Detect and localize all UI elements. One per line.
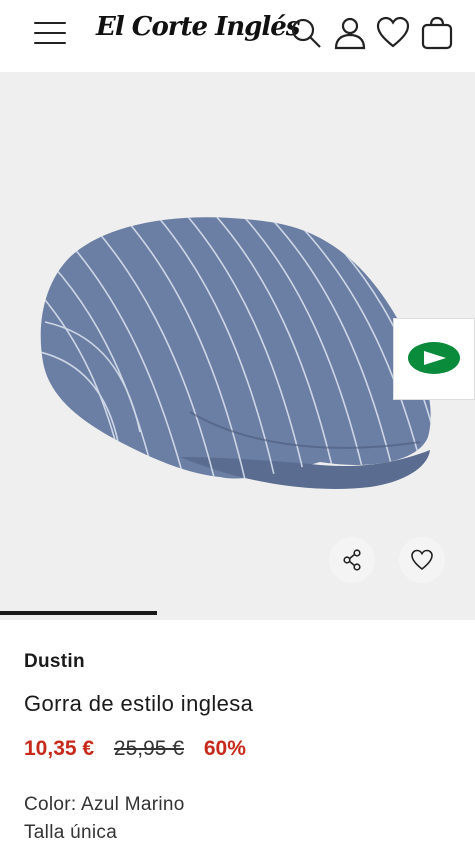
price-row: 10,35 € 25,95 € 60% <box>24 737 260 761</box>
current-price: 10,35 € <box>24 737 95 760</box>
share-button[interactable] <box>329 537 375 583</box>
store-logo[interactable]: El Corte Inglés <box>96 12 300 42</box>
product-brand[interactable]: Dustin <box>24 651 85 673</box>
ad-badge[interactable] <box>393 318 475 400</box>
product-size: Talla única <box>24 822 118 843</box>
original-price: 25,95 € <box>113 737 184 760</box>
menu-icon[interactable] <box>34 21 66 45</box>
shopping-bag-icon[interactable] <box>420 16 454 50</box>
product-title: Gorra de estilo inglesa <box>24 691 254 716</box>
top-header: El Corte Inglés <box>0 0 475 72</box>
user-icon[interactable] <box>333 16 367 50</box>
discount-badge: 60% <box>203 737 246 760</box>
product-color: Color: Azul Marino <box>24 794 185 815</box>
heart-icon[interactable] <box>376 16 410 50</box>
add-to-wishlist-button[interactable] <box>399 537 445 583</box>
gallery-progress-indicator <box>0 611 157 615</box>
share-icon <box>343 549 361 571</box>
product-image-gallery[interactable] <box>0 72 475 620</box>
search-icon[interactable] <box>289 16 323 50</box>
heart-icon <box>411 549 433 571</box>
product-image <box>40 217 431 489</box>
